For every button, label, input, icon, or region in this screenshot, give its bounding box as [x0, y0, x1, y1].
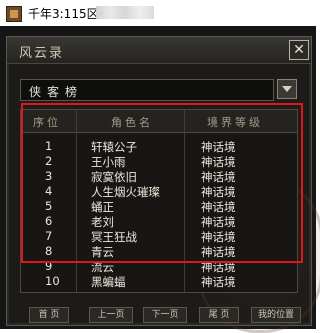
pagination-bar: 首 页 上一页 下一页 尾 页 我的位置 [15, 307, 311, 323]
table-row[interactable]: 9 流云 神话境 [21, 258, 297, 274]
table-header: 序位 角色名 境界等级 [21, 110, 297, 133]
rank-cell: 2 [45, 154, 53, 168]
rank-cell: 5 [45, 199, 53, 213]
rank-cell: 6 [45, 214, 53, 228]
ranking-panel: 风云录 ✕ 侠客榜 序位 角色名 境界等级 1 轩辕公子 神话境 2 王小雨 神… [6, 36, 320, 333]
rank-cell: 1 [45, 139, 53, 153]
realm-cell: 神话境 [201, 275, 236, 289]
table-row[interactable]: 10 黑蝙蝠 神话境 [21, 273, 297, 289]
window-title: 千年3:115区· [28, 7, 103, 21]
prev-page-button[interactable]: 上一页 [89, 307, 133, 323]
rank-cell: 7 [45, 229, 53, 243]
table-row[interactable]: 4 人生烟火璀璨 神话境 [21, 183, 297, 199]
ranking-type-dropdown[interactable]: 侠客榜 [20, 79, 274, 101]
ranking-table: 序位 角色名 境界等级 1 轩辕公子 神话境 2 王小雨 神话境 3 寂寞依旧 … [20, 109, 298, 293]
panel-title: 风云录 [19, 46, 65, 61]
panel-header: 风云录 ✕ [7, 37, 311, 64]
window-titlebar: 千年3:115区· [0, 0, 316, 26]
column-name-header: 角色名 [111, 116, 153, 129]
close-icon: ✕ [293, 42, 305, 58]
table-row[interactable]: 6 老刘 神话境 [21, 213, 297, 229]
table-row[interactable]: 2 王小雨 神话境 [21, 153, 297, 169]
chevron-down-icon[interactable] [277, 79, 297, 99]
rank-cell: 9 [45, 259, 53, 273]
app-icon [6, 6, 22, 22]
last-page-button[interactable]: 尾 页 [199, 307, 239, 323]
table-row[interactable]: 8 青云 神话境 [21, 243, 297, 259]
table-row[interactable]: 1 轩辕公子 神话境 [21, 138, 297, 154]
next-page-button[interactable]: 下一页 [143, 307, 187, 323]
first-page-button[interactable]: 首 页 [29, 307, 69, 323]
table-row[interactable]: 7 冥王狂战 神话境 [21, 228, 297, 244]
redacted-title-part [96, 6, 154, 19]
rank-cell: 8 [45, 244, 53, 258]
name-cell: 黑蝙蝠 [91, 275, 126, 289]
rank-cell: 10 [45, 274, 60, 288]
my-position-button[interactable]: 我的位置 [251, 307, 301, 323]
dropdown-value: 侠客榜 [29, 85, 84, 99]
column-rank-header: 序位 [33, 116, 61, 129]
column-realm-header: 境界等级 [207, 116, 263, 129]
close-button[interactable]: ✕ [289, 40, 309, 60]
table-row[interactable]: 3 寂寞依旧 神话境 [21, 168, 297, 184]
table-row[interactable]: 5 蛹正 神话境 [21, 198, 297, 214]
rank-cell: 3 [45, 169, 53, 183]
rank-cell: 4 [45, 184, 53, 198]
